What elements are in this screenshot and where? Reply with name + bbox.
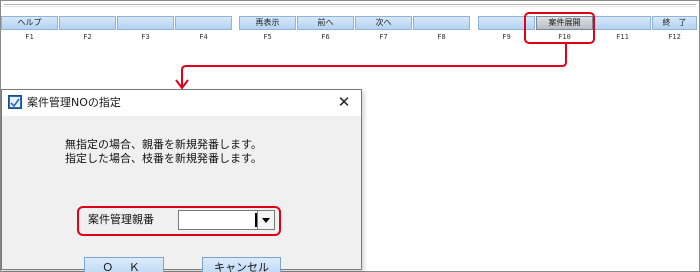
message-line-1: 無指定の場合、親番を新規発番します。 bbox=[65, 138, 262, 151]
cancel-button[interactable]: キャンセル bbox=[202, 257, 281, 272]
message-line-2: 指定した場合、枝番を新規発番します。 bbox=[65, 152, 262, 165]
parent-case-number-label: 案件管理親番 bbox=[88, 213, 154, 226]
dialog-titlebar: 案件管理NOの指定 ✕ bbox=[2, 90, 361, 116]
dropdown-button[interactable] bbox=[257, 211, 274, 229]
ok-button[interactable]: Ｏ Ｋ bbox=[84, 257, 164, 272]
app-icon bbox=[8, 95, 22, 109]
close-icon[interactable]: ✕ bbox=[335, 93, 353, 111]
chevron-down-icon bbox=[262, 218, 270, 223]
case-number-dialog: 案件管理NOの指定 ✕ 無指定の場合、親番を新規発番します。 指定した場合、枝番… bbox=[1, 89, 362, 272]
parent-case-number-combobox[interactable] bbox=[178, 210, 275, 230]
dialog-title: 案件管理NOの指定 bbox=[27, 96, 121, 109]
dialog-body: 無指定の場合、親番を新規発番します。 指定した場合、枝番を新規発番します。 案件… bbox=[2, 116, 361, 272]
